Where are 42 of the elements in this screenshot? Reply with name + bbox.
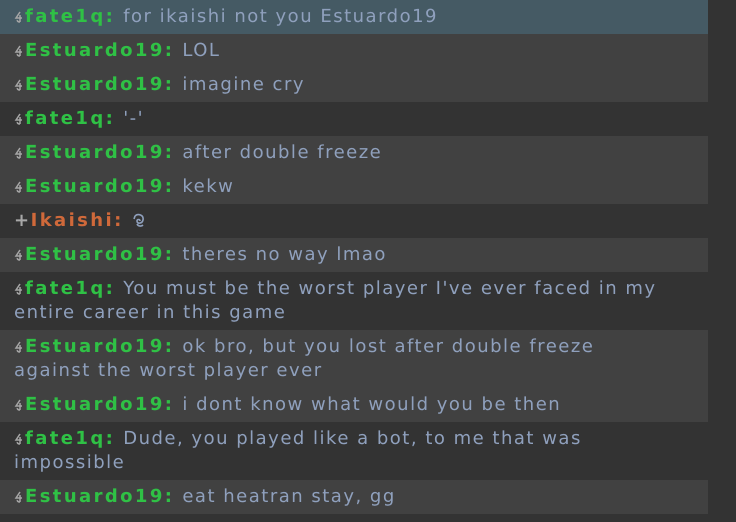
message-text: '-' [123, 108, 144, 129]
rank-icon [14, 433, 24, 445]
rank-icon [14, 491, 24, 503]
message-text: ok bro, but you lost after double freeze [182, 336, 594, 357]
rank-icon [14, 341, 24, 353]
username[interactable]: Estuardo19: [25, 336, 174, 357]
username[interactable]: Estuardo19: [25, 244, 174, 265]
rank-icon [14, 79, 24, 91]
username[interactable]: Estuardo19: [25, 142, 174, 163]
message-text: entire career in this game [14, 302, 286, 323]
message-text: against the worst player ever [14, 360, 323, 381]
rank-icon [14, 181, 24, 193]
rank-icon [14, 249, 24, 261]
message-text: imagine cry [182, 74, 306, 95]
message-text: kekw [182, 176, 234, 197]
message-text: theres no way lmao [182, 244, 387, 265]
message-text: for ikaishi not you Estuardo19 [123, 6, 438, 27]
rank-icon [14, 399, 24, 411]
message-text: LOL [182, 40, 220, 61]
rank-symbol: + [14, 210, 31, 231]
rank-icon [14, 113, 24, 125]
message-text: i dont know what would you be then [182, 394, 562, 415]
username[interactable]: Estuardo19: [25, 74, 174, 95]
username[interactable]: Ikaishi: [30, 210, 124, 231]
swirl-emoji-icon [132, 213, 146, 228]
username[interactable]: fate1q: [25, 428, 116, 449]
username[interactable]: Estuardo19: [25, 176, 174, 197]
username[interactable]: fate1q: [25, 6, 116, 27]
username[interactable]: fate1q: [25, 278, 116, 299]
username[interactable]: fate1q: [25, 108, 116, 129]
message-text: after double freeze [182, 142, 382, 163]
message-text: impossible [14, 452, 126, 473]
message-text: Dude, you played like a bot, to me that was [123, 428, 582, 449]
rank-icon [14, 147, 24, 159]
username[interactable]: Estuardo19: [25, 394, 174, 415]
rank-icon [14, 283, 24, 295]
username[interactable]: Estuardo19: [25, 40, 174, 61]
username[interactable]: Estuardo19: [25, 486, 174, 507]
rank-icon [14, 11, 24, 23]
rank-icon [14, 45, 24, 57]
message-text: eat heatran stay, gg [182, 486, 396, 507]
message-text: You must be the worst player I've ever faced in my [123, 278, 657, 299]
